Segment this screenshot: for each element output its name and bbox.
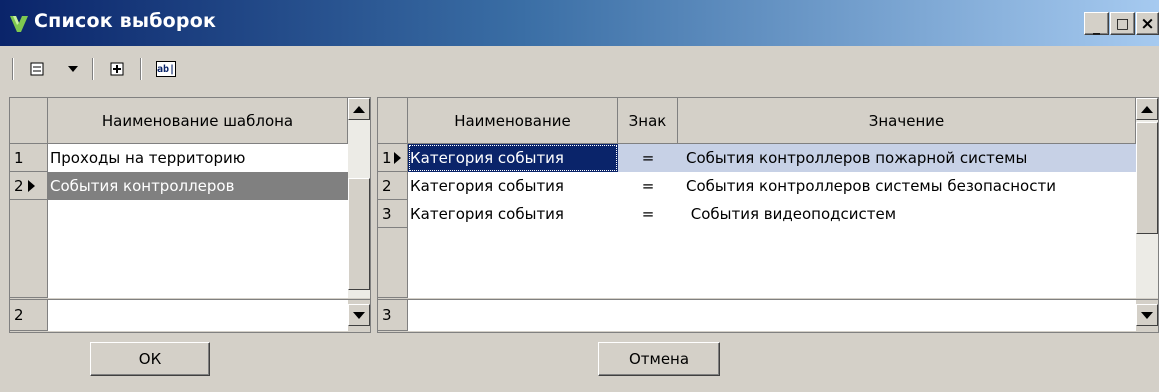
current-row-icon (393, 151, 401, 164)
conditions-scrollbar[interactable] (1136, 98, 1158, 298)
templates-scrollbar[interactable] (348, 98, 370, 298)
scroll-down-button[interactable] (1136, 304, 1158, 326)
condition-value-cell[interactable]: События контроллеров системы безопасност… (678, 172, 1136, 200)
scroll-down-button[interactable] (348, 304, 370, 326)
toolbar: ab| (0, 52, 1159, 88)
templates-name-header[interactable]: Наименование шаблона (48, 98, 348, 144)
minimize-icon: _ (1093, 18, 1100, 35)
arrow-up-icon (1141, 105, 1153, 113)
scroll-thumb[interactable] (348, 178, 370, 290)
condition-name-cell[interactable]: Категория события (408, 172, 618, 200)
row-index: 2 (14, 176, 24, 195)
conditions-value-header[interactable]: Значение (678, 98, 1136, 144)
condition-sign-cell[interactable]: = (618, 172, 678, 200)
footer-index: 3 (378, 300, 408, 331)
table-row[interactable]: 2 События контроллеров (10, 172, 348, 200)
conditions-panel: Наименование Знак Значение 1 Категория с… (377, 97, 1159, 333)
templates-footer-cell (48, 300, 348, 331)
add-row-icon (110, 62, 124, 76)
scroll-up-button[interactable] (348, 98, 370, 120)
templates-grid: Наименование шаблона 1 Проходы на террит… (10, 98, 370, 298)
dropdown-icon (68, 66, 78, 72)
selection-list-window: Список выборок _ □ × ab| Наименование ша… (0, 0, 1159, 392)
conditions-name-header[interactable]: Наименование (408, 98, 618, 144)
table-row[interactable]: 3 Категория события = События видеоподси… (378, 200, 1136, 228)
empty-indicator-column (378, 228, 408, 298)
toolbar-separator (92, 58, 94, 80)
window-title: Список выборок (34, 10, 217, 32)
toolbar-separator (140, 58, 142, 80)
condition-sign-cell[interactable]: = (618, 144, 678, 172)
empty-indicator-column (10, 200, 48, 298)
scroll-up-button[interactable] (1136, 98, 1158, 120)
condition-name-cell[interactable]: Категория события (408, 144, 618, 172)
row-index: 1 (14, 148, 24, 167)
delete-row-button[interactable] (26, 58, 48, 80)
template-name-cell[interactable]: События контроллеров (48, 172, 348, 200)
conditions-footer: 3 (378, 299, 1158, 332)
close-button[interactable]: × (1136, 12, 1159, 35)
table-row[interactable]: 1 Категория события = События контроллер… (378, 144, 1136, 172)
condition-value-cell[interactable]: События контроллеров пожарной системы (678, 144, 1136, 172)
condition-value-cell[interactable]: События видеоподсистем (678, 200, 1136, 228)
rename-button[interactable]: ab| (154, 58, 178, 80)
maximize-button[interactable]: □ (1110, 12, 1135, 35)
footer-index-value: 2 (14, 306, 24, 324)
row-indicator: 1 (378, 144, 408, 172)
table-row[interactable]: 1 Проходы на территорию (10, 144, 348, 172)
title-bar[interactable]: Список выборок _ □ × (0, 0, 1159, 46)
cancel-button[interactable]: Отмена (598, 342, 720, 376)
arrow-down-icon (1141, 311, 1153, 319)
conditions-indicator-header (378, 98, 408, 144)
conditions-sign-header[interactable]: Знак (618, 98, 678, 144)
arrow-down-icon (353, 311, 365, 319)
row-index: 2 (382, 176, 392, 195)
templates-footer: 2 (10, 299, 370, 332)
current-row-icon (27, 179, 35, 192)
add-row-button[interactable] (106, 58, 128, 80)
row-indicator: 3 (378, 200, 408, 228)
footer-index: 2 (10, 300, 48, 331)
templates-panel: Наименование шаблона 1 Проходы на террит… (9, 97, 371, 333)
template-name-cell[interactable]: Проходы на территорию (48, 144, 348, 172)
row-index: 1 (382, 148, 392, 167)
row-indicator: 1 (10, 144, 48, 172)
templates-indicator-header (10, 98, 48, 144)
dropdown-button[interactable] (62, 58, 84, 80)
rename-icon: ab| (156, 61, 176, 77)
row-indicator: 2 (10, 172, 48, 200)
row-index: 3 (382, 204, 392, 223)
table-row[interactable]: 2 Категория события = События контроллер… (378, 172, 1136, 200)
toolbar-separator (12, 58, 14, 80)
ok-button[interactable]: ОК (90, 342, 210, 376)
row-indicator: 2 (378, 172, 408, 200)
conditions-footer-cell (408, 300, 1136, 331)
close-icon: × (1140, 13, 1155, 34)
minimize-button[interactable]: _ (1084, 12, 1109, 35)
rename-glyph: ab| (156, 63, 176, 75)
app-logo-icon (10, 16, 28, 32)
maximize-icon: □ (1115, 15, 1130, 32)
conditions-grid: Наименование Знак Значение 1 Категория с… (378, 98, 1158, 298)
footer-index-value: 3 (382, 306, 392, 324)
scroll-thumb[interactable] (1136, 122, 1158, 234)
condition-name-cell[interactable]: Категория события (408, 200, 618, 228)
delete-row-icon (30, 62, 44, 76)
condition-sign-cell[interactable]: = (618, 200, 678, 228)
arrow-up-icon (353, 105, 365, 113)
